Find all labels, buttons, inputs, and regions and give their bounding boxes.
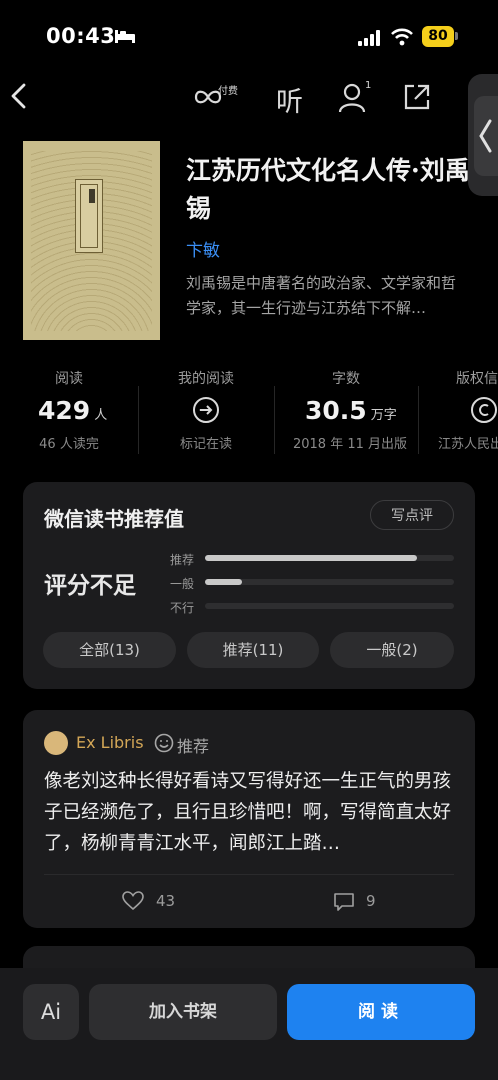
stat-readers-number: 429 (38, 396, 91, 425)
bar-track-neutral (205, 579, 454, 585)
paid-listen-button[interactable]: 付费 (194, 82, 242, 112)
paid-badge: 付费 (218, 86, 238, 97)
arrow-circle-icon[interactable] (192, 396, 220, 424)
stat-words-value: 30.5 万字 (305, 396, 397, 425)
review-text[interactable]: 像老刘这种长得好看诗又写得好还一生正气的男孩子已经濒危了，且行且珍惜吧！啊，写得… (44, 766, 456, 859)
filter-all[interactable]: 全部(13) (43, 632, 176, 668)
battery-indicator: 80 (422, 26, 454, 47)
bar-track-bad (205, 603, 454, 609)
stat-readers-value[interactable]: 429 人 (38, 396, 107, 425)
book-author[interactable]: 卞敏 (186, 236, 220, 261)
book-description[interactable]: 刘禹锡是中唐著名的政治家、文学家和哲学家，其一生行迹与江苏结下不解… (186, 271, 468, 321)
review-tag: 推荐 (177, 737, 210, 756)
bar-label-neutral: 一般 (170, 577, 195, 591)
friends-badge: 1 (365, 80, 372, 91)
stat-words-label: 字数 (332, 371, 360, 387)
stat-readers-sub: 46 人读完 (39, 437, 99, 452)
smile-icon (154, 733, 174, 753)
status-time: 00:43 (46, 24, 116, 48)
chevron-left-icon (479, 119, 492, 153)
sleep-icon (115, 30, 135, 43)
write-review-button[interactable]: 写点评 (370, 500, 454, 530)
stat-my-reading-sub: 标记在读 (179, 437, 232, 452)
add-to-shelf-button[interactable]: 加入书架 (89, 984, 277, 1040)
filter-recommend[interactable]: 推荐(11) (187, 632, 319, 668)
review-divider (44, 874, 454, 875)
filter-neutral[interactable]: 一般(2) (330, 632, 454, 668)
battery-tip (455, 32, 458, 40)
bar-label-bad: 不行 (170, 601, 195, 615)
stat-my-reading-label: 我的阅读 (178, 371, 234, 387)
stat-copyright-sub: 江苏人民出 (438, 437, 498, 452)
rating-title: 微信读书推荐值 (44, 507, 184, 531)
cover-stripe (89, 189, 95, 203)
wifi-icon (391, 28, 413, 46)
comment-count: 9 (366, 892, 376, 910)
share-icon[interactable] (402, 82, 432, 112)
friends-button[interactable]: 1 (338, 80, 374, 114)
stat-divider (418, 386, 419, 454)
stat-divider (274, 386, 275, 454)
back-icon[interactable] (8, 82, 30, 110)
read-button[interactable]: 阅读 (287, 984, 475, 1040)
stat-words-sub: 2018 年 11 月出版 (292, 437, 408, 452)
copyright-icon[interactable] (470, 396, 498, 424)
comment-icon[interactable] (333, 892, 355, 912)
rating-score: 评分不足 (44, 573, 136, 599)
signal-icon (358, 30, 380, 46)
stat-words-number: 30.5 (305, 396, 367, 425)
ai-button[interactable]: Ai (23, 984, 79, 1040)
review-username[interactable]: Ex Libris (76, 733, 144, 752)
like-count: 43 (156, 892, 176, 910)
heart-icon[interactable] (122, 891, 144, 911)
person-icon (338, 83, 366, 113)
stat-divider (138, 386, 139, 454)
avatar[interactable] (44, 731, 68, 755)
book-title: 江苏历代文化名人传·刘禹锡 (186, 156, 470, 223)
bar-fill (205, 579, 243, 585)
bar-track-recommend (205, 555, 454, 561)
listen-button[interactable]: 听 (276, 80, 303, 119)
bar-label-recommend: 推荐 (170, 553, 195, 567)
stat-copyright-label: 版权信 (456, 371, 498, 387)
book-cover[interactable] (23, 141, 160, 340)
bar-fill (205, 555, 417, 561)
stat-words-unit: 万字 (370, 408, 397, 423)
stat-readers-label: 阅读 (55, 371, 83, 387)
stat-readers-unit: 人 (94, 408, 108, 423)
